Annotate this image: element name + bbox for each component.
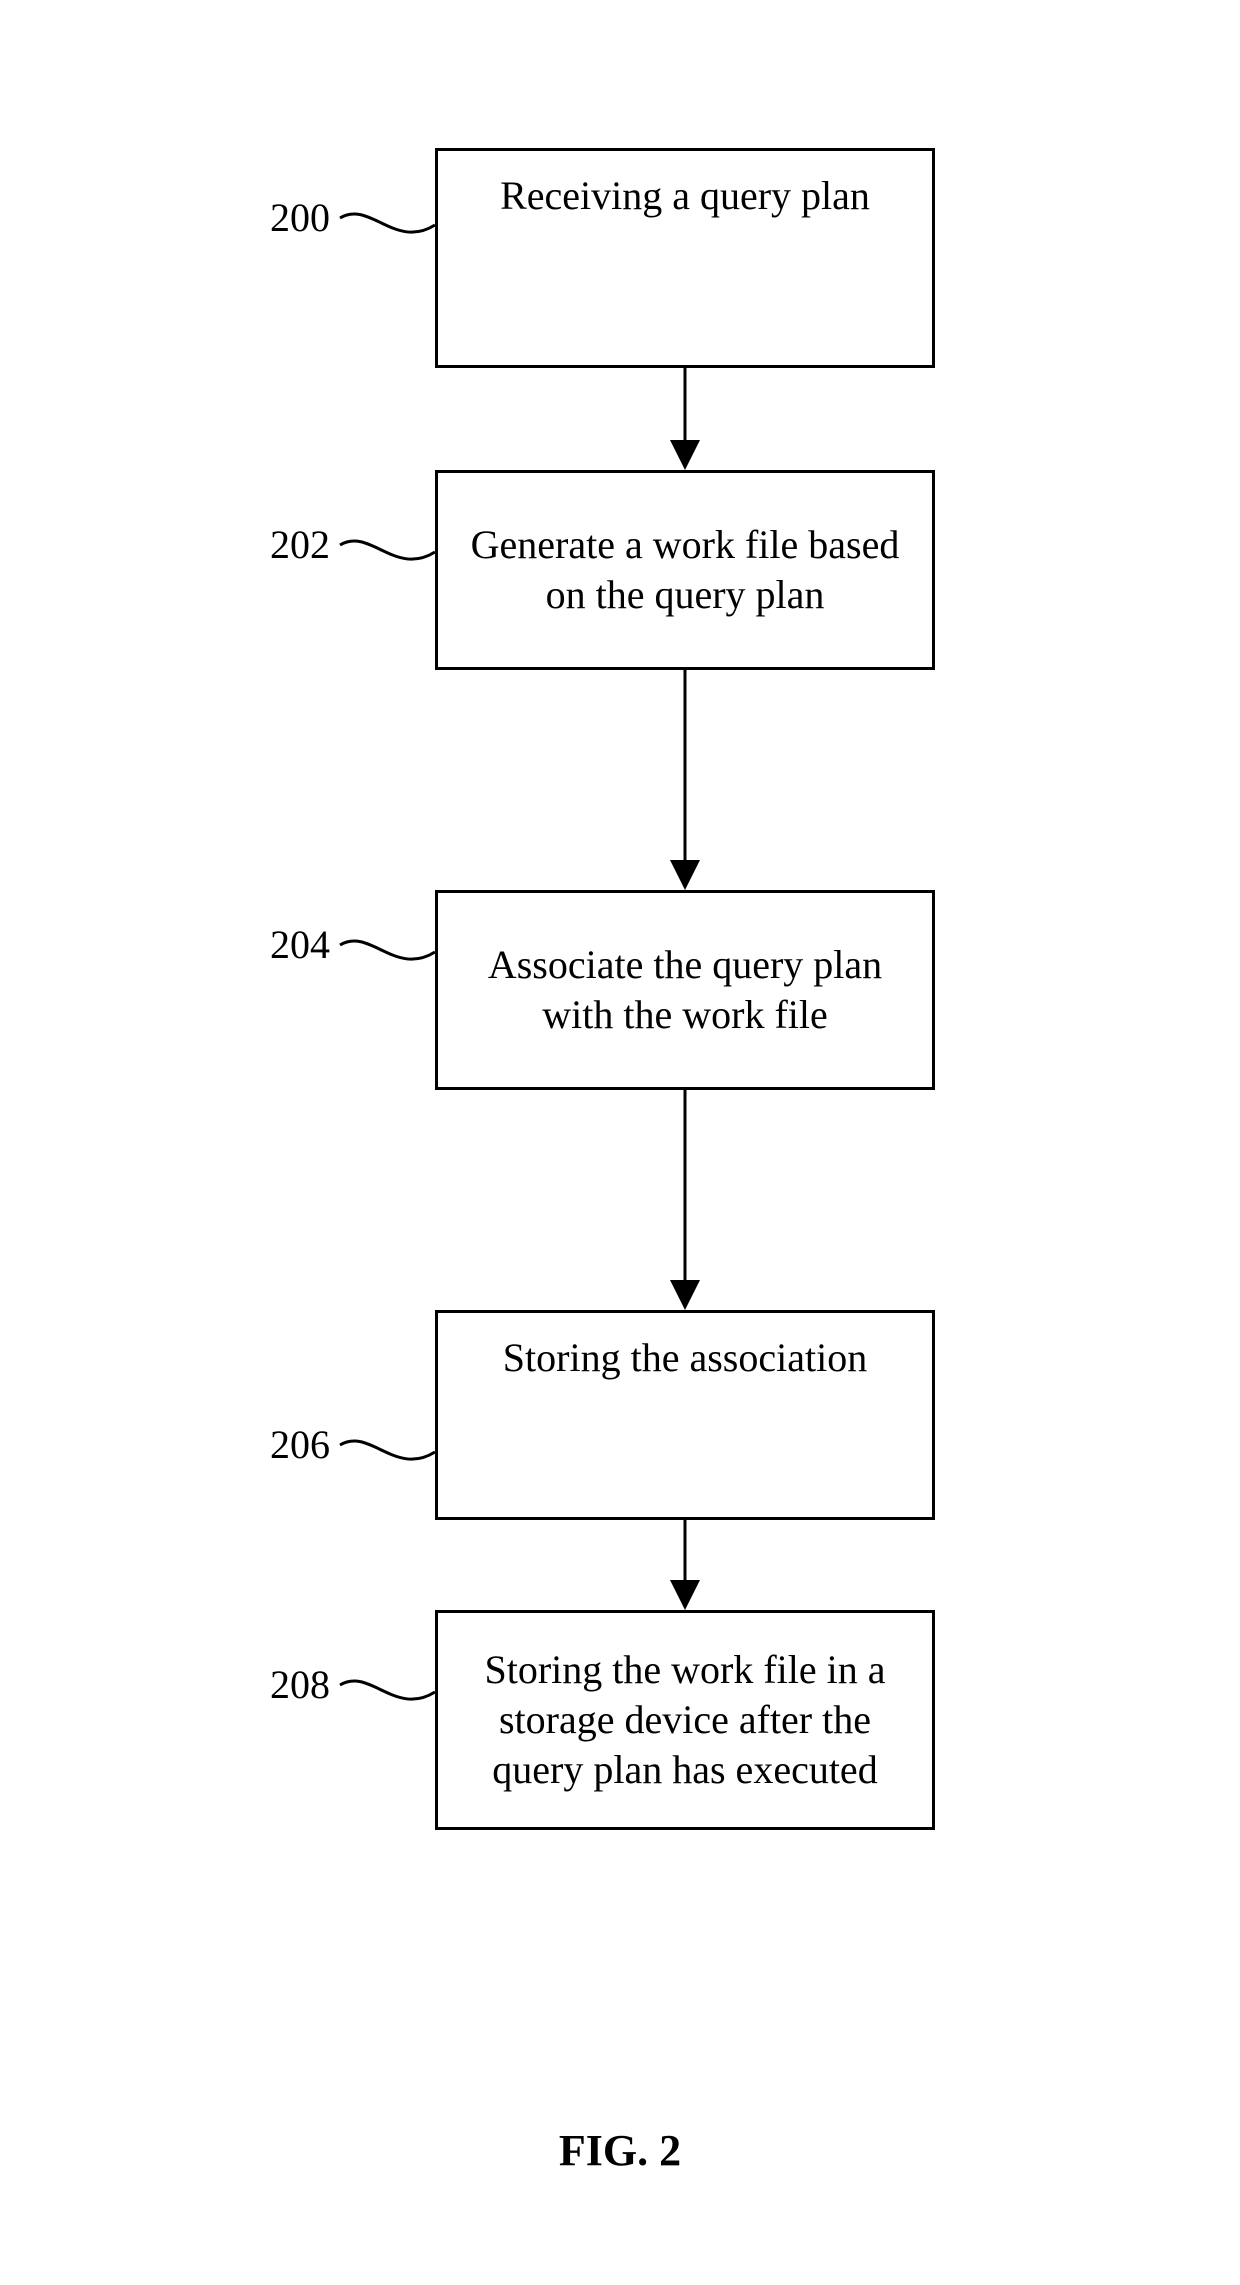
ref-connector-202 <box>340 541 435 559</box>
step-ref-204: 204 <box>250 925 330 965</box>
step-text: Storing the association <box>468 1333 902 1383</box>
step-ref-206: 206 <box>250 1425 330 1465</box>
step-box-208: Storing the work file in a storage devic… <box>435 1610 935 1830</box>
step-text: Storing the work file in a storage devic… <box>468 1645 902 1795</box>
ref-connector-208 <box>340 1681 435 1699</box>
flowchart-canvas: Receiving a query plan Generate a work f… <box>0 0 1240 2285</box>
step-ref-208: 208 <box>250 1665 330 1705</box>
step-text: Generate a work file based on the query … <box>468 520 902 620</box>
step-box-202: Generate a work file based on the query … <box>435 470 935 670</box>
step-box-206: Storing the association <box>435 1310 935 1520</box>
ref-connector-200 <box>340 214 435 232</box>
step-text: Associate the query plan with the work f… <box>468 940 902 1040</box>
step-ref-202: 202 <box>250 525 330 565</box>
step-text: Receiving a query plan <box>468 171 902 221</box>
step-ref-200: 200 <box>250 198 330 238</box>
step-box-200: Receiving a query plan <box>435 148 935 368</box>
ref-connector-206 <box>340 1441 435 1459</box>
ref-connector-204 <box>340 941 435 959</box>
figure-label: FIG. 2 <box>0 2125 1240 2176</box>
step-box-204: Associate the query plan with the work f… <box>435 890 935 1090</box>
